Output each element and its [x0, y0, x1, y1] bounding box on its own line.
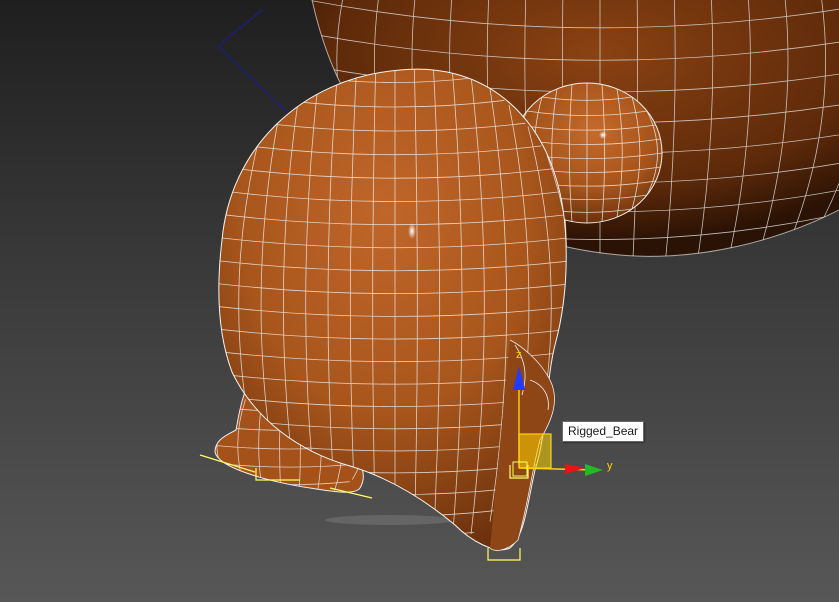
object-name-tooltip: Rigged_Bear: [562, 421, 645, 442]
gizmo-z-label: z: [516, 349, 522, 361]
viewport-scene[interactable]: [0, 0, 839, 602]
ground-shadow: [325, 515, 455, 525]
3d-viewport[interactable]: z y Rigged_Bear: [0, 0, 839, 602]
gizmo-yz-plane-handle[interactable]: [518, 433, 552, 469]
gizmo-y-label: y: [607, 460, 613, 472]
